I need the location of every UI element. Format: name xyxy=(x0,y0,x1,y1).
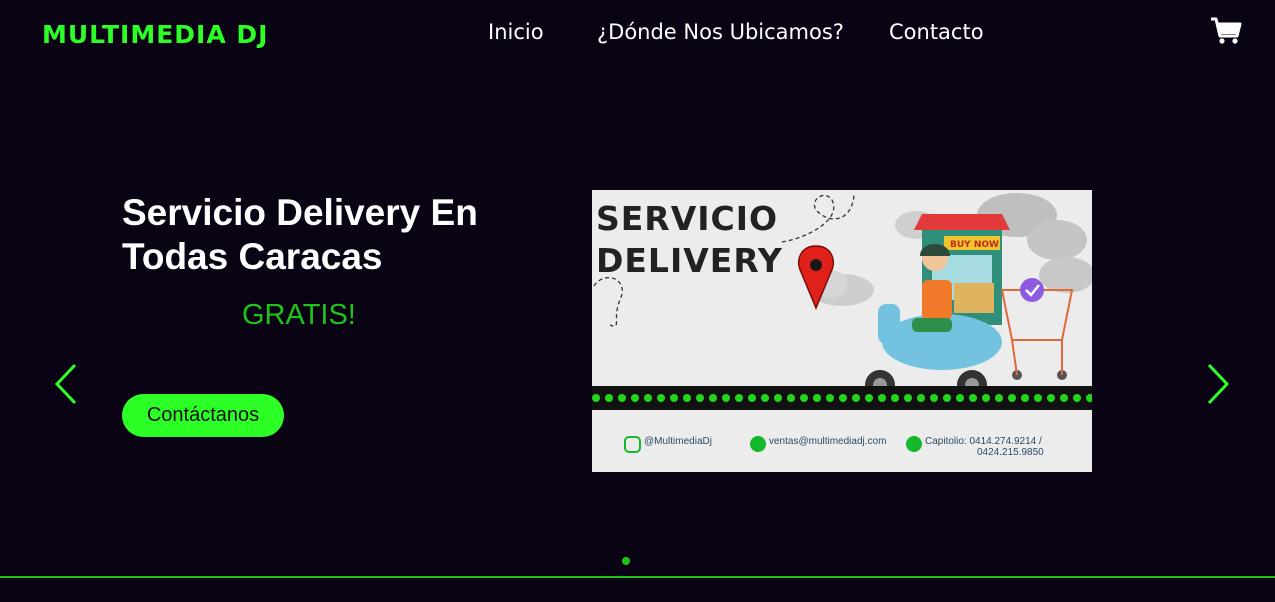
chevron-right-icon xyxy=(1207,363,1230,405)
band-dot xyxy=(917,394,925,402)
band-dot xyxy=(683,394,691,402)
svg-text:BUY NOW: BUY NOW xyxy=(950,240,999,250)
banner-phone: Capitolio: 0414.274.9214 / 0424.215.9850 xyxy=(906,436,1044,458)
band-dot xyxy=(969,394,977,402)
banner-dots-band xyxy=(592,386,1092,410)
band-dot xyxy=(1086,394,1092,402)
email-icon xyxy=(750,436,766,452)
band-dot xyxy=(605,394,613,402)
band-dot xyxy=(878,394,886,402)
carousel-prev-button[interactable] xyxy=(53,362,79,406)
banner-email: ventas@multimediadj.com xyxy=(750,436,886,452)
band-dot xyxy=(982,394,990,402)
banner-instagram: @MultimediaDj xyxy=(624,436,712,453)
band-dot xyxy=(800,394,808,402)
carousel-indicator[interactable] xyxy=(622,557,630,565)
band-dot xyxy=(787,394,795,402)
section-divider xyxy=(0,576,1275,578)
brand-logo[interactable]: MULTIMEDIA DJ xyxy=(42,20,268,49)
band-dot xyxy=(943,394,951,402)
whatsapp-icon xyxy=(906,436,922,452)
chevron-left-icon xyxy=(54,363,77,405)
hero-subtitle: GRATIS! xyxy=(242,299,356,331)
band-dot xyxy=(1021,394,1029,402)
band-dot xyxy=(930,394,938,402)
band-dot xyxy=(722,394,730,402)
band-dot xyxy=(631,394,639,402)
carousel-next-button[interactable] xyxy=(1205,362,1231,406)
band-dot xyxy=(865,394,873,402)
band-dot xyxy=(839,394,847,402)
band-dot xyxy=(1034,394,1042,402)
band-dot xyxy=(670,394,678,402)
band-dot xyxy=(748,394,756,402)
band-dot xyxy=(852,394,860,402)
band-dot xyxy=(618,394,626,402)
delivery-banner-image: BUY NOW SERVICIO DELIVERY @MultimediaDj … xyxy=(592,190,1092,472)
band-dot xyxy=(1008,394,1016,402)
nav-link-ubicacion[interactable]: ¿Dónde Nos Ubicamos? xyxy=(597,20,844,44)
banner-title: SERVICIO DELIVERY xyxy=(596,199,783,280)
navbar: MULTIMEDIA DJ Inicio ¿Dónde Nos Ubicamos… xyxy=(0,0,1275,66)
contact-button[interactable]: Contáctanos xyxy=(122,394,284,437)
band-dot xyxy=(761,394,769,402)
nav-link-inicio[interactable]: Inicio xyxy=(488,20,544,44)
hero-title: Servicio Delivery En Todas Caracas xyxy=(122,192,478,277)
band-dot xyxy=(956,394,964,402)
band-dot xyxy=(735,394,743,402)
instagram-icon xyxy=(624,436,641,453)
band-dot xyxy=(644,394,652,402)
nav-link-contacto[interactable]: Contacto xyxy=(889,20,984,44)
band-dot xyxy=(657,394,665,402)
band-dot xyxy=(904,394,912,402)
band-dot xyxy=(1073,394,1081,402)
band-dot xyxy=(995,394,1003,402)
shopping-cart-icon[interactable] xyxy=(1210,17,1242,45)
band-dot xyxy=(891,394,899,402)
band-dot xyxy=(1060,394,1068,402)
band-dot xyxy=(696,394,704,402)
band-dot xyxy=(774,394,782,402)
band-dot xyxy=(813,394,821,402)
band-dot xyxy=(709,394,717,402)
band-dot xyxy=(1047,394,1055,402)
band-dot xyxy=(592,394,600,402)
band-dot xyxy=(826,394,834,402)
